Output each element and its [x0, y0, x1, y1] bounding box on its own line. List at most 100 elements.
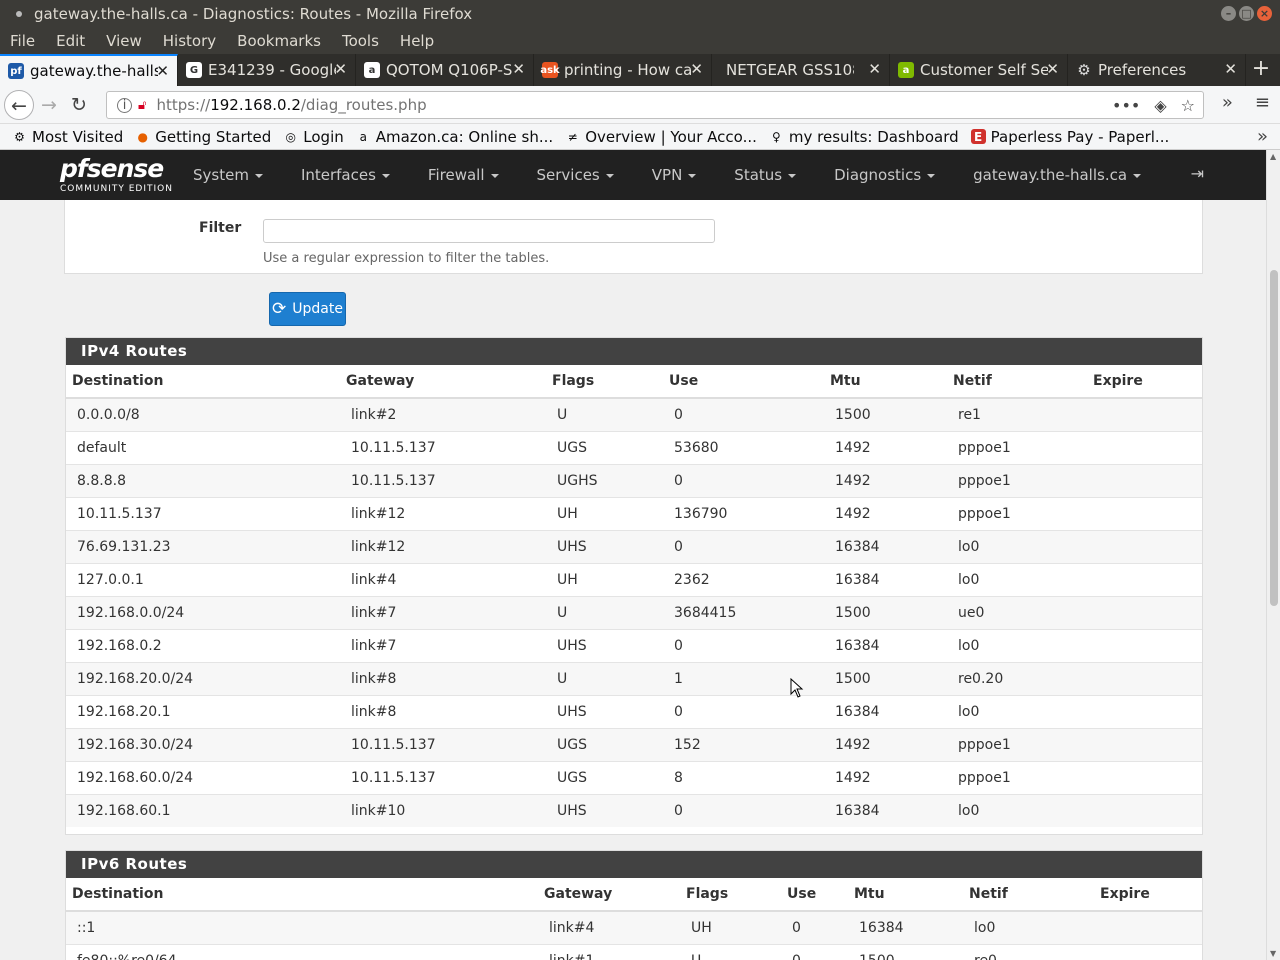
table-row: ::1 link#4 UH 0 16384 lo0	[66, 910, 1202, 944]
paperless-icon: E	[970, 129, 986, 144]
tab-2[interactable]: a QOTOM Q106P-S ✕	[356, 54, 534, 86]
bookmark-1[interactable]: ● Getting Started	[135, 128, 272, 146]
bookmark-4[interactable]: ≠ Overview | Your Acco...	[565, 128, 757, 146]
pf-menu-vpn[interactable]: VPN	[652, 166, 697, 184]
minimize-button[interactable]: –	[1221, 6, 1236, 21]
cell-mtu: 16384	[824, 694, 947, 728]
update-button[interactable]: ⟳ Update	[269, 292, 346, 326]
column-header-gateway[interactable]: Gateway	[340, 365, 546, 399]
bookmark-0[interactable]: ⚙ Most Visited	[12, 128, 123, 146]
page-scrollbar[interactable]: ▲ ▼	[1266, 150, 1280, 960]
bookmark-3[interactable]: a Amazon.ca: Online sh...	[356, 128, 554, 146]
column-header-use[interactable]: Use	[781, 878, 848, 912]
scroll-up-arrow-icon[interactable]: ▲	[1270, 152, 1276, 161]
close-tab-icon[interactable]: ✕	[334, 60, 347, 78]
cell-flags: UGHS	[546, 463, 663, 497]
cell-use: 0	[663, 529, 824, 563]
tab-1[interactable]: G E341239 - Google Search✕	[178, 54, 356, 86]
column-header-expire[interactable]: Expire	[1087, 365, 1202, 399]
tab-5[interactable]: a Customer Self Service✕	[890, 54, 1068, 86]
column-header-use[interactable]: Use	[663, 365, 824, 399]
menu-file[interactable]: File	[10, 32, 35, 50]
cell-destination: 192.168.60.1	[66, 793, 340, 827]
scrollbar-thumb[interactable]	[1270, 270, 1278, 606]
filter-input[interactable]	[263, 219, 715, 243]
menu-tools[interactable]: Tools	[342, 32, 379, 50]
cell-mtu: 1500	[824, 397, 947, 431]
pfsense-logo[interactable]: pfsense COMMUNITY EDITION	[60, 156, 173, 195]
hamburger-menu-icon[interactable]: ≡	[1255, 92, 1270, 113]
cell-mtu: 16384	[824, 793, 947, 827]
bookmark-6[interactable]: E Paperless Pay - Paperl...	[970, 128, 1169, 146]
close-tab-icon[interactable]: ✕	[512, 60, 525, 78]
site-info-icon[interactable]: i	[117, 97, 132, 113]
menu-history[interactable]: History	[163, 32, 216, 50]
insecure-lock-icon[interactable]: 🔓︎	[138, 98, 146, 113]
column-header-mtu[interactable]: Mtu	[848, 878, 963, 912]
bookmarks-overflow-icon[interactable]: »	[1257, 126, 1268, 147]
tab-0[interactable]: pf gateway.the-halls.ca✕	[0, 54, 178, 86]
menu-bookmarks[interactable]: Bookmarks	[237, 32, 321, 50]
cell-flags: UGS	[546, 727, 663, 761]
close-tab-icon[interactable]: ✕	[156, 62, 169, 80]
pf-menu-diagnostics[interactable]: Diagnostics	[834, 166, 936, 184]
menu-view[interactable]: View	[106, 32, 142, 50]
back-button[interactable]: ←	[4, 89, 34, 120]
pf-menu-firewall[interactable]: Firewall	[428, 166, 499, 184]
filter-help-text: Use a regular expression to filter the t…	[263, 251, 550, 266]
column-header-destination[interactable]: Destination	[66, 365, 340, 399]
overflow-chevron-icon[interactable]: »	[1222, 92, 1233, 113]
scroll-down-arrow-icon[interactable]: ▼	[1270, 949, 1276, 958]
cell-use: 0	[663, 793, 824, 827]
tab-6[interactable]: ⚙ Preferences ✕	[1068, 54, 1246, 86]
column-header-gateway[interactable]: Gateway	[538, 878, 680, 912]
pf-menu-services[interactable]: Services	[537, 166, 614, 184]
maximize-button[interactable]: □	[1239, 6, 1254, 21]
menu-edit[interactable]: Edit	[56, 32, 85, 50]
bookmark-star-icon[interactable]: ☆	[1181, 96, 1195, 115]
table-row: 127.0.0.1 link#4 UH 2362 16384 lo0	[66, 562, 1202, 596]
close-tab-icon[interactable]: ✕	[690, 60, 703, 78]
close-tab-icon[interactable]: ✕	[1224, 60, 1237, 78]
cell-flags: UHS	[546, 793, 663, 827]
bookmark-5[interactable]: ♀ my results: Dashboard	[769, 128, 959, 146]
close-tab-icon[interactable]: ✕	[868, 60, 881, 78]
url-bar[interactable]: i 🔓︎ https://192.168.0.2/diag_routes.php…	[106, 91, 1204, 119]
tab-4[interactable]: NETGEAR GSS108E ✕	[712, 54, 890, 86]
cell-destination: 8.8.8.8	[66, 463, 340, 497]
column-header-flags[interactable]: Flags	[680, 878, 781, 912]
new-tab-button[interactable]: +	[1246, 54, 1276, 86]
logout-icon[interactable]: ⇥	[1191, 164, 1204, 183]
page-actions-icon[interactable]: •••	[1112, 96, 1140, 115]
reload-button[interactable]: ↻	[64, 90, 94, 120]
cell-use: 2362	[663, 562, 824, 596]
column-header-expire[interactable]: Expire	[1094, 878, 1202, 912]
url-path: /diag_routes.php	[300, 96, 427, 114]
cell-mtu: 1492	[824, 727, 947, 761]
column-header-netif[interactable]: Netif	[963, 878, 1094, 912]
cell-use: 53680	[663, 430, 824, 464]
menu-help[interactable]: Help	[400, 32, 434, 50]
cell-use: 0	[663, 463, 824, 497]
cell-expire	[1087, 595, 1202, 629]
bookmark-2[interactable]: ◎ Login	[283, 128, 344, 146]
pf-menu-system[interactable]: System	[193, 166, 263, 184]
tab-3[interactable]: ask printing - How can ✕	[534, 54, 712, 86]
column-header-mtu[interactable]: Mtu	[824, 365, 947, 399]
cell-expire	[1087, 793, 1202, 827]
close-tab-icon[interactable]: ✕	[1046, 60, 1059, 78]
window-title: gateway.the-halls.ca - Diagnostics: Rout…	[34, 5, 473, 23]
forward-button[interactable]: →	[34, 90, 64, 120]
pf-menu-interfaces[interactable]: Interfaces	[301, 166, 390, 184]
pocket-icon[interactable]: ◈	[1154, 96, 1166, 115]
cell-expire	[1087, 529, 1202, 563]
column-header-destination[interactable]: Destination	[66, 878, 538, 912]
column-header-flags[interactable]: Flags	[546, 365, 663, 399]
pf-menu-gateway-the-halls-ca[interactable]: gateway.the-halls.ca	[973, 166, 1142, 184]
window-menu-dot[interactable]	[16, 11, 22, 17]
cell-gateway: link#8	[340, 661, 546, 695]
column-header-netif[interactable]: Netif	[947, 365, 1087, 399]
pf-menu-status[interactable]: Status	[734, 166, 797, 184]
cell-flags: UH	[546, 496, 663, 530]
close-window-button[interactable]: ×	[1257, 6, 1272, 21]
